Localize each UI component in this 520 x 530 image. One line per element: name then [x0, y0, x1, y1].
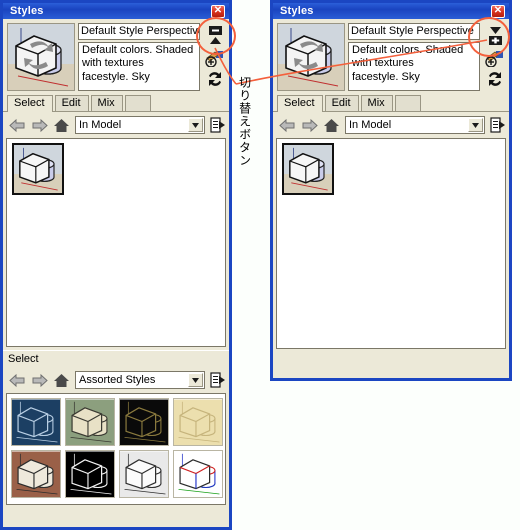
- style-thumbnail[interactable]: [11, 398, 61, 446]
- collection-value: In Model: [79, 119, 122, 131]
- style-thumbnail-graphic: [174, 399, 222, 445]
- style-thumbnail-graphic: [12, 399, 60, 445]
- secondary-browse-toolbar: Assorted Styles: [3, 367, 229, 393]
- left-style-name-field[interactable]: Default Style Perspective: [78, 23, 200, 40]
- right-panel-titlebar: Styles ✕: [270, 0, 512, 19]
- back-arrow-icon[interactable]: [9, 118, 26, 133]
- right-browse-toolbar: In Model: [273, 112, 509, 138]
- style-thumbnail-graphic: [12, 451, 60, 497]
- details-menu-icon[interactable]: [210, 117, 225, 133]
- right-in-model-styles-list[interactable]: [276, 138, 506, 349]
- left-panel-title: Styles: [10, 5, 44, 17]
- tab-select[interactable]: Select: [7, 95, 53, 112]
- left-styles-panel: Default Style Perspective Default colors…: [0, 19, 232, 530]
- left-style-header: Default Style Perspective Default colors…: [3, 19, 229, 94]
- collapse-toggle-icon: [208, 26, 222, 44]
- tab-edit[interactable]: Edit: [54, 95, 89, 111]
- tab-select[interactable]: Select: [277, 95, 323, 112]
- details-menu-icon[interactable]: [210, 372, 225, 388]
- tab-mix[interactable]: Mix: [360, 95, 393, 111]
- forward-arrow-icon[interactable]: [31, 373, 48, 388]
- style-thumbnail-graphic: [284, 145, 332, 193]
- left-style-description-field[interactable]: Default colors. Shaded with textures fac…: [78, 42, 200, 91]
- style-thumbnail-graphic: [66, 451, 114, 497]
- back-arrow-icon[interactable]: [9, 373, 26, 388]
- left-panel-titlebar: Styles ✕: [0, 0, 232, 19]
- style-preview-graphic: [8, 24, 74, 90]
- right-styles-panel: Default Style Perspective Default colors…: [270, 19, 512, 381]
- left-browse-toolbar: In Model: [3, 112, 229, 138]
- in-model-style-thumbnail[interactable]: [282, 143, 334, 195]
- update-style-refresh-icon[interactable]: [485, 70, 505, 88]
- style-thumbnail[interactable]: [65, 450, 115, 498]
- style-thumbnail[interactable]: [173, 398, 223, 446]
- in-model-style-thumbnail[interactable]: [12, 143, 64, 195]
- create-style-icon[interactable]: [485, 49, 505, 67]
- update-style-refresh-icon[interactable]: [205, 70, 225, 88]
- style-thumbnail-graphic: [174, 451, 222, 497]
- expand-toggle-icon: [488, 27, 502, 45]
- chevron-down-icon[interactable]: [468, 118, 483, 132]
- forward-arrow-icon[interactable]: [301, 118, 318, 133]
- details-menu-icon[interactable]: [490, 117, 505, 133]
- chevron-down-icon[interactable]: [188, 118, 203, 132]
- panel-expand-toggle-button[interactable]: [487, 25, 504, 46]
- create-style-icon[interactable]: [205, 49, 225, 67]
- tab-filler: [394, 95, 421, 111]
- style-thumbnail-graphic: [120, 399, 168, 445]
- right-panel-title: Styles: [280, 5, 314, 17]
- assorted-styles-dropdown[interactable]: Assorted Styles: [75, 371, 205, 389]
- secondary-section-header: Select: [3, 350, 229, 367]
- assorted-collection-value: Assorted Styles: [79, 374, 156, 386]
- style-thumbnail[interactable]: [119, 450, 169, 498]
- home-icon[interactable]: [323, 118, 340, 133]
- collection-dropdown[interactable]: In Model: [75, 116, 205, 134]
- left-style-preview-thumbnail[interactable]: [7, 23, 75, 91]
- back-arrow-icon[interactable]: [279, 118, 296, 133]
- tab-mix[interactable]: Mix: [90, 95, 123, 111]
- home-icon[interactable]: [53, 118, 70, 133]
- chevron-down-icon[interactable]: [188, 373, 203, 387]
- close-icon[interactable]: ✕: [211, 4, 225, 18]
- style-thumbnail[interactable]: [173, 450, 223, 498]
- right-style-preview-thumbnail[interactable]: [277, 23, 345, 91]
- left-panel-tabs: Select Edit Mix: [3, 95, 229, 112]
- right-header-tools: [483, 23, 507, 91]
- style-thumbnail-graphic: [66, 399, 114, 445]
- right-panel-tabs: Select Edit Mix: [273, 95, 509, 112]
- style-thumbnail-graphic: [14, 145, 62, 193]
- tab-edit[interactable]: Edit: [324, 95, 359, 111]
- screenshot-root: Styles ✕ Default Style Perspective Defau…: [0, 0, 520, 530]
- collection-value: In Model: [349, 119, 392, 131]
- style-thumbnail[interactable]: [119, 398, 169, 446]
- close-icon[interactable]: ✕: [491, 4, 505, 18]
- panel-collapse-toggle-button[interactable]: [207, 25, 224, 46]
- style-thumbnail-graphic: [120, 451, 168, 497]
- assorted-styles-grid[interactable]: [6, 393, 226, 505]
- home-icon[interactable]: [53, 373, 70, 388]
- left-style-fields: Default Style Perspective Default colors…: [78, 23, 200, 91]
- tab-filler: [124, 95, 151, 111]
- right-style-name-field[interactable]: Default Style Perspective: [348, 23, 480, 40]
- right-style-header: Default Style Perspective Default colors…: [273, 19, 509, 94]
- right-style-description-field[interactable]: Default colors. Shaded with textures fac…: [348, 42, 480, 91]
- style-thumbnail[interactable]: [11, 450, 61, 498]
- collection-dropdown[interactable]: In Model: [345, 116, 485, 134]
- annotation-label: 切り替えボタン: [237, 76, 252, 167]
- forward-arrow-icon[interactable]: [31, 118, 48, 133]
- left-header-tools: [203, 23, 227, 91]
- style-preview-graphic: [278, 24, 344, 90]
- right-style-fields: Default Style Perspective Default colors…: [348, 23, 480, 91]
- style-thumbnail[interactable]: [65, 398, 115, 446]
- in-model-styles-list[interactable]: [6, 138, 226, 347]
